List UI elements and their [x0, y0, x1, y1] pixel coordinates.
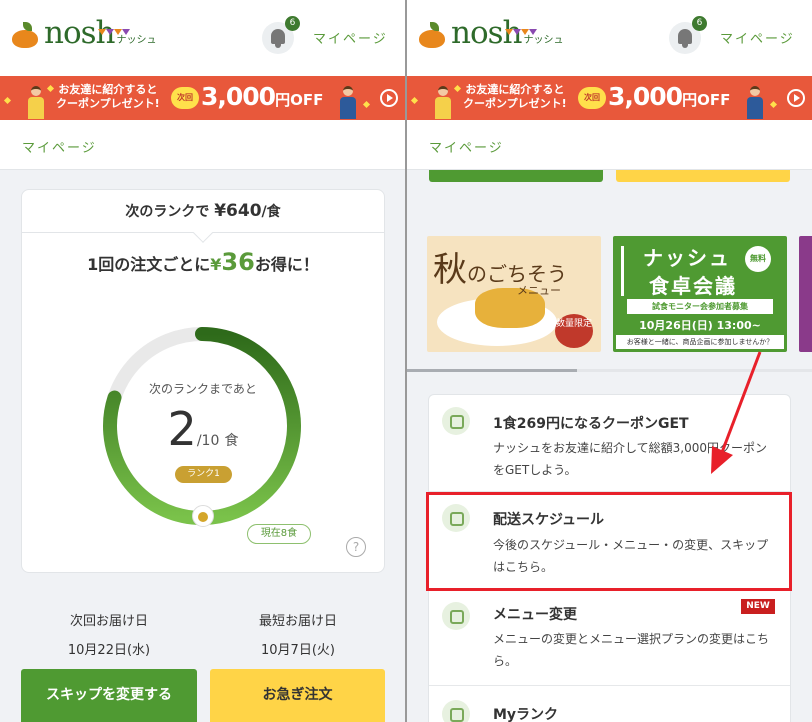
ring-count: 2/10 食: [167, 402, 239, 456]
banner-amount: 3,000円OFF: [201, 82, 324, 111]
banner-line1: お友達に紹介すると: [58, 83, 158, 96]
nosh-logo[interactable]: nosh ナッシュ: [12, 18, 157, 49]
next-rank-prefix: 次のランクで: [125, 204, 210, 220]
notification-count-badge: 6: [285, 16, 300, 31]
next-delivery-label: 次回お届け日: [69, 614, 148, 629]
bunting-flags-icon: [98, 20, 132, 35]
banner-line2: クーポンプレゼント!: [56, 97, 160, 110]
right-screen: nosh ナッシュ 6 マイページ お友達に紹介すると クーポンプレゼント! 次…: [407, 0, 812, 722]
left-screen: nosh ナッシュ 6 マイページ お友達に紹介すると クーポンプレゼント! 次…: [0, 0, 405, 722]
play-circle-icon[interactable]: [380, 89, 398, 107]
next-delivery: 次回お届け日 10月22日(水): [19, 610, 199, 658]
next-rank-suffix: /食: [261, 204, 281, 220]
next-delivery-date: 10月22日(水): [67, 643, 151, 658]
per-order-savings: 1回の注文ごとに¥36お得に！: [87, 248, 319, 276]
earliest-delivery-date: 10月7日(火): [261, 643, 335, 658]
pumpkin-basket-icon: [12, 20, 42, 48]
next-rank-price: ¥640: [214, 201, 262, 221]
banner-next-badge: 次回: [171, 87, 199, 109]
urgent-order-button[interactable]: お急ぎ注文: [210, 669, 385, 722]
change-skip-button[interactable]: スキップを変更する: [21, 669, 197, 722]
notification-bell-icon[interactable]: 6: [262, 16, 300, 54]
breadcrumb-mypage[interactable]: マイページ: [22, 137, 97, 156]
mypage-link[interactable]: マイページ: [313, 28, 388, 47]
rank-badge: ランク1: [175, 466, 232, 483]
medal-icon: [192, 505, 214, 527]
app-header: nosh ナッシュ 6 マイページ: [0, 0, 405, 76]
earliest-delivery: 最短お届け日 10月7日(火): [208, 610, 388, 658]
red-arrow-annotation: [711, 351, 762, 474]
help-icon[interactable]: ?: [346, 537, 366, 557]
referral-banner[interactable]: お友達に紹介すると クーポンプレゼント! 次回 3,000円OFF: [0, 76, 405, 120]
breadcrumb: マイページ: [0, 120, 405, 170]
rank-card: 次のランクで ¥640/食 1回の注文ごとに¥36お得に！ 次のランクまであと …: [21, 189, 385, 573]
earliest-delivery-label: 最短お届け日: [258, 614, 337, 629]
ring-label: 次のランクまであと: [149, 382, 257, 396]
person-illustration-icon: [338, 86, 358, 120]
person-illustration-icon: [26, 86, 46, 120]
current-meals-chip: 現在8食: [247, 524, 311, 544]
